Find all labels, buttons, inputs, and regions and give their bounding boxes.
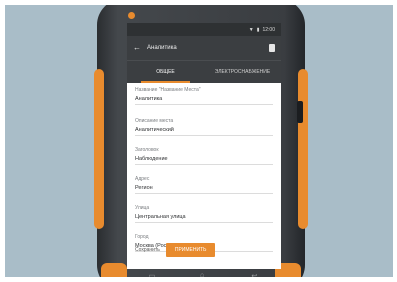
tab-general-label: ОБЩЕЕ: [156, 69, 175, 75]
description-field-value[interactable]: Аналитический: [135, 127, 273, 136]
system-nav-bar: ▭ ⌂ ↩: [127, 269, 281, 277]
address-field-label: Адрес: [135, 176, 150, 182]
street-field-value[interactable]: Центральная улица: [135, 214, 273, 223]
apply-button[interactable]: ПРИМЕНИТЬ: [165, 243, 216, 257]
city-field-label: Город: [135, 234, 149, 240]
form: Название "Название Места" Аналитика Опис…: [127, 83, 281, 252]
name-field-label: Название "Название Места": [135, 87, 201, 93]
side-button[interactable]: [297, 101, 303, 123]
home-icon[interactable]: ⌂: [200, 272, 208, 277]
tab-power-supply-label: ЭЛЕКТРОСНАБЖЕНИЕ: [214, 69, 271, 75]
battery-icon: ▮: [256, 26, 260, 33]
left-bumper: [94, 69, 104, 229]
description-field-label: Описание места: [135, 118, 174, 124]
recent-apps-icon[interactable]: ▭: [149, 272, 157, 277]
camera-led: [128, 12, 135, 19]
name-field-value[interactable]: Аналитика: [135, 96, 273, 105]
heading-field[interactable]: Заголовок Наблюдение: [135, 147, 273, 165]
device-body: ▼ ▮ 12:00 ← Аналитика ОБЩЕЕ ЭЛЕКТРОСНАБЖ…: [94, 5, 308, 277]
bottom-left-bumper: [101, 263, 127, 277]
status-time: 12:00: [262, 26, 275, 33]
description-field[interactable]: Описание места Аналитический: [135, 118, 273, 136]
address-field-value[interactable]: Регион: [135, 185, 273, 194]
heading-field-label: Заголовок: [135, 147, 159, 153]
signal-icon: ▼: [248, 26, 254, 33]
save-icon[interactable]: [269, 44, 275, 52]
tab-bar: ОБЩЕЕ ЭЛЕКТРОСНАБЖЕНИЕ: [127, 60, 281, 83]
name-field[interactable]: Название "Название Места" Аналитика: [135, 87, 273, 105]
photo-background: ▼ ▮ 12:00 ← Аналитика ОБЩЕЕ ЭЛЕКТРОСНАБЖ…: [5, 5, 393, 277]
tab-general[interactable]: ОБЩЕЕ: [127, 61, 204, 83]
back-icon[interactable]: ↩: [251, 272, 259, 277]
address-field[interactable]: Адрес Регион: [135, 176, 273, 194]
device-screen: ▼ ▮ 12:00 ← Аналитика ОБЩЕЕ ЭЛЕКТРОСНАБЖ…: [127, 23, 281, 269]
app-bar: ← Аналитика: [127, 36, 281, 60]
status-bar: ▼ ▮ 12:00: [127, 23, 281, 36]
tab-power-supply[interactable]: ЭЛЕКТРОСНАБЖЕНИЕ: [204, 61, 281, 83]
bottom-actions: Сохранить ПРИМЕНИТЬ: [135, 243, 216, 257]
street-field-label: Улица: [135, 205, 150, 211]
back-arrow-icon[interactable]: ←: [133, 44, 141, 52]
bottom-left-text[interactable]: Сохранить: [135, 247, 160, 253]
page-title: Аналитика: [147, 45, 177, 51]
heading-field-value[interactable]: Наблюдение: [135, 156, 273, 165]
right-bumper: [298, 69, 308, 229]
street-field[interactable]: Улица Центральная улица: [135, 205, 273, 223]
